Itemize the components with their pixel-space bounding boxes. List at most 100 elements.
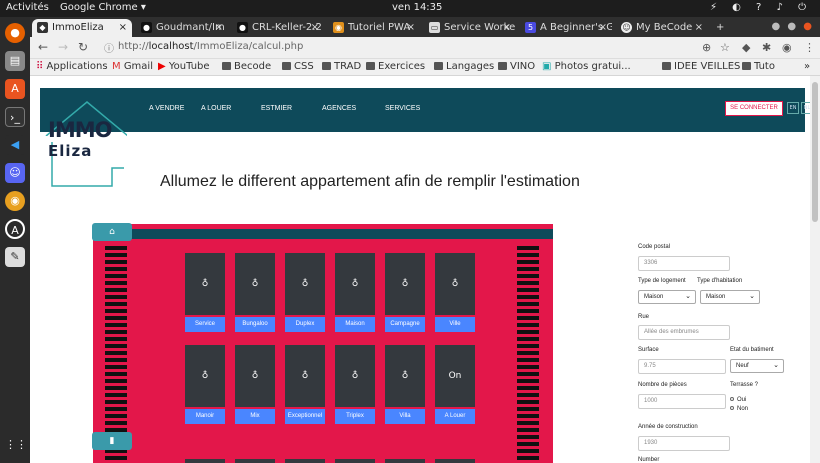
clock[interactable]: ven 14:35 (392, 2, 442, 13)
type-habitation-select[interactable]: Maison ⌄ (700, 290, 760, 304)
tab-tutoriel-pwa[interactable]: ◉ Tutoriel PWA × (328, 19, 420, 37)
close-tab-icon[interactable]: × (119, 19, 127, 37)
close-tab-icon[interactable]: × (503, 19, 511, 37)
code-postal-input[interactable]: 3306 (638, 256, 730, 271)
type-logement-select[interactable]: Maison ⌄ (638, 290, 696, 304)
window-duplex[interactable]: ♁ (285, 253, 325, 315)
forward-icon[interactable]: → (56, 40, 70, 54)
floor-tab-button[interactable]: ▮ (92, 432, 132, 450)
vscode-icon[interactable]: ◀ (5, 135, 25, 155)
bookmark-tuto[interactable]: Tuto (742, 61, 775, 72)
window-villa[interactable]: ♁ (385, 345, 425, 407)
window-campagne[interactable]: ♁ (385, 253, 425, 315)
window-service[interactable]: ♁ (185, 253, 225, 315)
ville-button[interactable]: Ville (435, 317, 475, 332)
campagne-button[interactable]: Campagne (385, 317, 425, 332)
bookmark-gmail[interactable]: M Gmail (112, 61, 153, 72)
tab-github-crl[interactable]: ● CRL-Keller-2.2 × (232, 19, 324, 37)
files-icon[interactable]: ▤ (5, 51, 25, 71)
window-controls[interactable]: ● ● ● (771, 21, 814, 32)
show-apps-icon[interactable]: ⋮⋮ (5, 435, 27, 455)
close-tab-icon[interactable]: × (215, 19, 223, 37)
bookmark-trad[interactable]: TRAD (322, 61, 361, 72)
pieces-input[interactable]: 1000 (638, 394, 726, 409)
bookmarks-overflow-icon[interactable]: » (804, 61, 810, 72)
bookmark-idee-veilles[interactable]: IDEE VEILLES (662, 61, 740, 72)
rue-input[interactable]: Allée des embrumes (638, 325, 730, 340)
tab-immoeliza[interactable]: ◆ ImmoEliza × (32, 19, 132, 37)
bookmark-langages[interactable]: Langages (434, 61, 494, 72)
maison-button[interactable]: Maison (335, 317, 375, 332)
etat-select[interactable]: Neuf ⌄ (730, 359, 784, 373)
profile-avatar[interactable]: ◉ (782, 41, 792, 54)
mix-button[interactable]: Mix (235, 409, 275, 424)
text-editor-icon[interactable]: ✎ (5, 247, 25, 267)
tab-my-becode[interactable]: ☺ My BeCode × (616, 19, 708, 37)
nav-a-vendre[interactable]: A VENDRE (149, 105, 184, 112)
window-bungaloo[interactable]: ♁ (235, 253, 275, 315)
terrasse-non-radio[interactable]: Non (730, 406, 748, 412)
bookmark-vino[interactable]: VINO (498, 61, 535, 72)
extensions-puzzle-icon[interactable]: ✱ (762, 41, 771, 54)
exceptionnel-button[interactable]: Exceptionnel (285, 409, 325, 424)
nav-agences[interactable]: AGENCES (322, 105, 356, 112)
window-triplex[interactable]: ♁ (335, 345, 375, 407)
lang-nl-button[interactable]: NL (801, 102, 810, 114)
annee-input[interactable]: 1930 (638, 436, 730, 451)
app-menu[interactable]: Google Chrome ▾ (60, 2, 146, 13)
reload-icon[interactable]: ↻ (76, 40, 90, 54)
service-button[interactable]: Service (185, 317, 225, 332)
triplex-button[interactable]: Triplex (335, 409, 375, 424)
a-louer-button[interactable]: A Louer (435, 409, 475, 424)
bookmark-youtube[interactable]: ▶ YouTube (158, 61, 210, 72)
back-icon[interactable]: ← (36, 40, 50, 54)
terminal-icon[interactable]: ›_ (5, 107, 25, 127)
bookmark-becode[interactable]: Becode (222, 61, 271, 72)
close-tab-icon[interactable]: × (407, 19, 415, 37)
window-mix[interactable]: ♁ (235, 345, 275, 407)
chrome-icon[interactable]: ◉ (5, 191, 25, 211)
tab-beginners-guide[interactable]: 5 A Beginner's G × (520, 19, 612, 37)
terrasse-oui-radio[interactable]: Oui (730, 397, 746, 403)
info-icon[interactable]: ⓘ (104, 40, 114, 55)
window-ville[interactable]: ♁ (435, 253, 475, 315)
new-tab-button[interactable]: + (712, 19, 732, 37)
surface-input[interactable]: 9.75 (638, 359, 726, 374)
home-tab-button[interactable]: ⌂ (92, 223, 132, 241)
lang-en-button[interactable]: EN (787, 102, 799, 114)
firefox-icon[interactable]: ● (5, 23, 25, 43)
bookmark-css[interactable]: CSS (282, 61, 314, 72)
system-tray[interactable]: ⚡ ◐ ? ♪ ⏻ (710, 2, 812, 13)
nav-estimer[interactable]: ESTMIER (261, 105, 292, 112)
window-a-louer[interactable]: On (435, 345, 475, 407)
bookmark-star-icon[interactable]: ☆ (720, 41, 730, 54)
villa-button[interactable]: Villa (385, 409, 425, 424)
window-maison[interactable]: ♁ (335, 253, 375, 315)
tab-service-worker[interactable]: ▭ Service Worke × (424, 19, 516, 37)
login-button[interactable]: SE CONNECTER (725, 101, 783, 116)
nav-services[interactable]: SERVICES (385, 105, 420, 112)
window-exceptionnel[interactable]: ♁ (285, 345, 325, 407)
manoir-button[interactable]: Manoir (185, 409, 225, 424)
menu-icon[interactable]: ⋮ (804, 41, 815, 54)
bookmark-applications[interactable]: ⠿ Applications (36, 61, 108, 72)
scrollbar-thumb[interactable] (812, 82, 818, 222)
address-bar[interactable]: ⓘ http://localhost/ImmoEliza/calcul.php (102, 39, 722, 56)
bookmark-exercices[interactable]: Exercices (366, 61, 425, 72)
close-tab-icon[interactable]: × (695, 19, 703, 37)
page-scrollbar[interactable] (810, 76, 820, 463)
bungaloo-button[interactable]: Bungaloo (235, 317, 275, 332)
duplex-button[interactable]: Duplex (285, 317, 325, 332)
nav-a-louer[interactable]: A LOUER (201, 105, 231, 112)
update-icon[interactable]: A (5, 219, 25, 239)
tab-github-goudmant[interactable]: ● Goudmant/Im × (136, 19, 228, 37)
close-tab-icon[interactable]: × (311, 19, 319, 37)
discord-icon[interactable]: ☺ (5, 163, 25, 183)
extension-icon[interactable]: ◆ (742, 41, 750, 54)
close-tab-icon[interactable]: × (599, 19, 607, 37)
zoom-icon[interactable]: ⊕ (702, 41, 711, 54)
software-icon[interactable]: A (5, 79, 25, 99)
activities-button[interactable]: Activités (6, 2, 49, 13)
window-manoir[interactable]: ♁ (185, 345, 225, 407)
bookmark-photos[interactable]: ▣ Photos gratui... (542, 61, 631, 72)
